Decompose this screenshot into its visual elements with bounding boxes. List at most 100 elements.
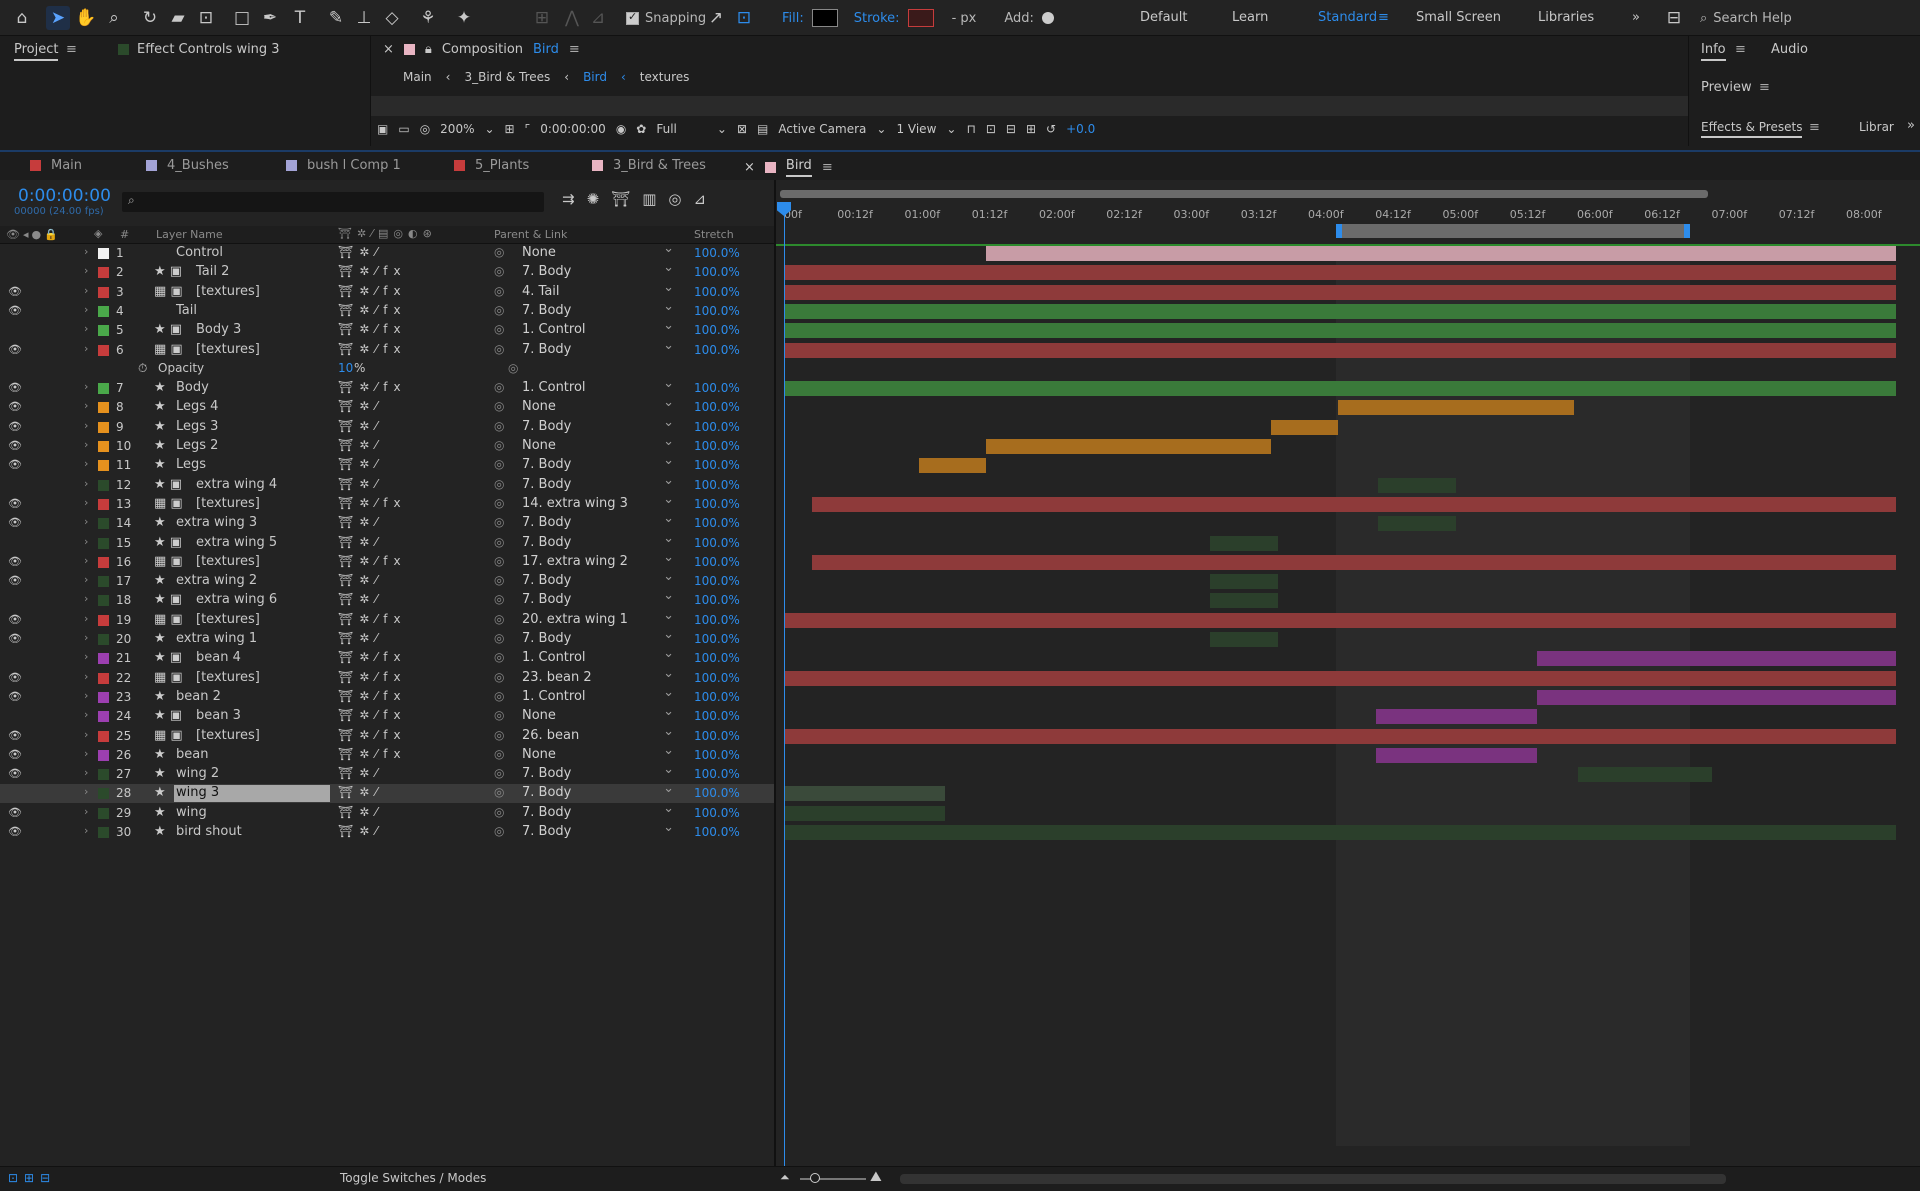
stretch-value[interactable]: 100.0% (694, 651, 740, 665)
workspace-standard[interactable]: Standard (1318, 10, 1377, 25)
exposure-value[interactable]: +0.0 (1066, 122, 1095, 136)
pickwhip-icon[interactable]: ◎ (494, 515, 504, 529)
layer-label-color[interactable] (98, 305, 109, 317)
layer-duration-bar[interactable] (1375, 747, 1538, 763)
eye-icon[interactable]: 👁 (8, 671, 22, 684)
viewer-timecode[interactable]: 0:00:00:00 (540, 122, 606, 136)
zoom-out-icon[interactable]: ⏶ (780, 1170, 790, 1185)
eye-icon[interactable]: 👁 (8, 381, 22, 394)
pickwhip-icon[interactable]: ◎ (494, 245, 504, 259)
layer-switches[interactable]: ⛩✲⁄ (338, 477, 383, 491)
eye-icon[interactable]: 👁 (8, 613, 22, 626)
chevron-right-icon[interactable]: › (84, 650, 88, 663)
grid-icon[interactable]: ⊞ (505, 122, 515, 136)
parent-select[interactable]: 7. Body (522, 801, 678, 820)
layer-name[interactable]: [textures] (194, 342, 350, 359)
pickwhip-icon[interactable]: ◎ (494, 728, 504, 742)
stretch-value[interactable]: 100.0% (694, 555, 740, 569)
zoom-tool-icon[interactable]: ⌕ (102, 6, 126, 30)
layer-duration-bar[interactable] (784, 303, 1896, 319)
layer-row[interactable]: 👁 › 14 ★ extra wing 3 ⛩✲⁄ ◎ 7. Body 100.0% (0, 511, 774, 533)
channel-icon[interactable]: ✿ (636, 122, 646, 136)
resolution-select[interactable]: Full (656, 122, 677, 136)
layer-duration-bar[interactable] (784, 612, 1896, 628)
stretch-value[interactable]: 100.0% (694, 304, 740, 318)
pickwhip-icon[interactable]: ◎ (494, 380, 504, 394)
eraser-tool-icon[interactable]: ◇ (380, 6, 404, 30)
tab-4-bushes[interactable]: 4_Bushes (146, 158, 229, 173)
current-time-indicator[interactable] (784, 202, 785, 1172)
eye-icon[interactable]: 👁 (8, 458, 22, 471)
layer-name[interactable]: Body 3 (194, 322, 350, 339)
rectangle-tool-icon[interactable]: □ (230, 6, 254, 30)
layer-duration-bar[interactable] (784, 265, 1896, 281)
layer-name[interactable]: bean 2 (174, 689, 330, 706)
parent-select[interactable]: 23. bean 2 (522, 666, 678, 685)
libraries-tab[interactable]: Librar (1859, 120, 1894, 134)
render-toggles-icons[interactable]: ⊡⊞⊟ (8, 1171, 56, 1185)
parent-select[interactable]: 4. Tail (522, 280, 678, 299)
layer-switches[interactable]: ⛩✲⁄fx (338, 728, 407, 742)
layer-label-color[interactable] (98, 267, 109, 279)
layer-name[interactable]: bean (174, 747, 330, 764)
pan-behind-tool-icon[interactable]: ⊡ (194, 6, 218, 30)
pickwhip-icon[interactable]: ◎ (494, 284, 504, 298)
layer-name[interactable]: Legs 3 (174, 419, 330, 436)
parent-select[interactable]: 7. Body (522, 299, 678, 318)
layer-row[interactable]: 👁 › 26 ★ bean ⛩✲⁄fx ◎ None 100.0% (0, 743, 774, 765)
layer-label-color[interactable] (98, 576, 109, 588)
effects-menu-icon[interactable]: ≡ (1809, 120, 1820, 135)
pickwhip-icon[interactable]: ◎ (494, 689, 504, 703)
eye-icon[interactable]: 👁 (8, 439, 22, 452)
stretch-value[interactable]: 100.0% (694, 806, 740, 820)
opacity-value[interactable]: 10 (338, 361, 353, 375)
chevron-right-icon[interactable]: › (84, 670, 88, 683)
chevron-right-icon[interactable]: › (84, 708, 88, 721)
layer-name[interactable]: extra wing 5 (194, 535, 350, 552)
parent-select[interactable]: 7. Body (522, 531, 678, 550)
mask-icon[interactable]: ◎ (420, 122, 430, 136)
info-tab[interactable]: Info (1701, 42, 1726, 61)
stretch-value[interactable]: 100.0% (694, 285, 740, 299)
layer-switches[interactable]: ⛩✲⁄ (338, 631, 383, 645)
camera-select[interactable]: Active Camera (778, 122, 866, 136)
pickwhip-icon[interactable]: ◎ (494, 419, 504, 433)
layer-switches[interactable]: ⛩✲⁄ (338, 573, 383, 587)
layer-row[interactable]: › 18 ★ ▣ extra wing 6⛩✲⁄ ◎ 7. Body 100.0% (0, 588, 774, 610)
parent-select[interactable]: 7. Body (522, 820, 678, 839)
layer-switches[interactable]: ⛩✲⁄fx (338, 322, 407, 336)
always-preview-icon[interactable]: ▣ (377, 122, 388, 136)
layer-label-color[interactable] (98, 788, 109, 800)
work-area-range[interactable] (1336, 224, 1690, 238)
layer-duration-bar[interactable] (1537, 689, 1896, 705)
stretch-value[interactable]: 100.0% (694, 420, 740, 434)
effect-controls-tab[interactable]: Effect Controls wing 3 (118, 42, 280, 57)
pickwhip-icon[interactable]: ◎ (494, 650, 504, 664)
layer-label-color[interactable] (98, 344, 109, 356)
snapshot-icon[interactable]: ◉ (616, 122, 626, 136)
chevron-right-icon[interactable]: › (84, 824, 88, 837)
layer-row[interactable]: 👁 › 9 ★ Legs 3 ⛩✲⁄ ◎ 7. Body 100.0% (0, 415, 774, 437)
layer-duration-bar[interactable] (784, 825, 1896, 840)
stretch-value[interactable]: 100.0% (694, 400, 740, 414)
tab-bush-comp[interactable]: bush l Comp 1 (286, 158, 401, 173)
3d-icon[interactable]: ⊞ (1026, 122, 1036, 136)
chevron-right-icon[interactable]: › (84, 322, 88, 335)
pickwhip-icon[interactable]: ◎ (494, 785, 504, 799)
layer-row[interactable]: 👁 › 16 ▦ ▣ [textures]⛩✲⁄fx ◎ 17. extra wing 2 1… (0, 550, 774, 572)
layer-name[interactable]: extra wing 6 (194, 592, 350, 609)
reset-exposure-icon[interactable]: ↺ (1046, 122, 1056, 136)
layer-switches[interactable]: ⛩✲⁄fx (338, 670, 407, 684)
breadcrumb-bird[interactable]: Bird (583, 70, 607, 84)
tab-menu-icon[interactable]: ≡ (822, 160, 833, 175)
layer-row[interactable]: › 5 ★ ▣ Body 3⛩✲⁄fx ◎ 1. Control 100.0% (0, 318, 774, 340)
eye-icon[interactable]: 👁 (8, 497, 22, 510)
stretch-value[interactable]: 100.0% (694, 574, 740, 588)
clone-stamp-tool-icon[interactable]: ⊥ (352, 6, 376, 30)
parent-select[interactable]: 26. bean (522, 724, 678, 743)
timeline-icon[interactable]: ⊡ (986, 122, 996, 136)
chevron-right-icon[interactable]: › (84, 342, 88, 355)
layer-switches[interactable]: ⛩✲⁄fx (338, 650, 407, 664)
fill-swatch[interactable] (811, 9, 838, 27)
layer-name[interactable]: Legs (174, 457, 330, 474)
